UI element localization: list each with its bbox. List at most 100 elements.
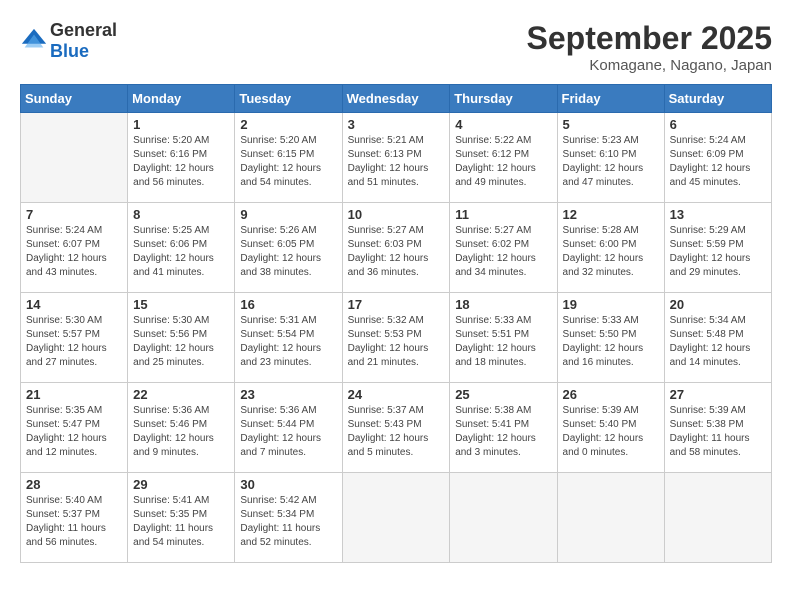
day-info: Sunrise: 5:34 AMSunset: 5:48 PMDaylight:… xyxy=(670,314,766,370)
day-number: 30 xyxy=(240,477,336,492)
calendar-cell: 13Sunrise: 5:29 AMSunset: 5:59 PMDayligh… xyxy=(664,203,771,293)
day-number: 9 xyxy=(240,207,336,222)
calendar-cell xyxy=(21,113,128,203)
calendar-cell: 12 Sunrise: 5:28 AMSunset: 6:00 PMDayligh… xyxy=(557,203,664,293)
location-subtitle: Komagane, Nagano, Japan xyxy=(527,57,772,74)
day-header-sunday: Sunday xyxy=(21,85,128,113)
calendar-cell: 4 Sunrise: 5:22 AMSunset: 6:12 PMDaylight… xyxy=(450,113,557,203)
day-info: Sunrise: 5:20 AMSunset: 6:16 PMDaylight:… xyxy=(133,134,229,190)
day-info: Sunrise: 5:36 AMSunset: 5:44 PMDaylight:… xyxy=(240,404,336,460)
day-number: 20 xyxy=(670,297,766,312)
day-header-wednesday: Wednesday xyxy=(342,85,450,113)
day-number: 11 xyxy=(455,207,551,222)
calendar-cell: 8Sunrise: 5:25 AMSunset: 6:06 PMDaylight… xyxy=(128,203,235,293)
calendar-cell: 17Sunrise: 5:32 AMSunset: 5:53 PMDayligh… xyxy=(342,293,450,383)
day-info: Sunrise: 5:40 AMSunset: 5:37 PMDaylight:… xyxy=(26,494,122,550)
day-number: 24 xyxy=(348,387,445,402)
day-number: 28 xyxy=(26,477,122,492)
page-header: General Blue September 2025 Komagane, Na… xyxy=(20,20,772,74)
calendar-cell: 20 Sunrise: 5:34 AMSunset: 5:48 PMDayligh… xyxy=(664,293,771,383)
day-info: Sunrise: 5:42 AMSunset: 5:34 PMDaylight:… xyxy=(240,494,336,550)
day-number: 12 xyxy=(563,207,659,222)
week-row-5: 28 Sunrise: 5:40 AMSunset: 5:37 PMDayligh… xyxy=(21,473,772,563)
calendar-cell: 23 Sunrise: 5:36 AMSunset: 5:44 PMDayligh… xyxy=(235,383,342,473)
calendar-cell: 14Sunrise: 5:30 AMSunset: 5:57 PMDayligh… xyxy=(21,293,128,383)
day-info: Sunrise: 5:39 AMSunset: 5:40 PMDaylight:… xyxy=(563,404,659,460)
day-number: 5 xyxy=(563,117,659,132)
week-row-2: 7 Sunrise: 5:24 AMSunset: 6:07 PMDaylight… xyxy=(21,203,772,293)
day-info: Sunrise: 5:31 AMSunset: 5:54 PMDaylight:… xyxy=(240,314,336,370)
day-number: 21 xyxy=(26,387,122,402)
day-info: Sunrise: 5:27 AMSunset: 6:03 PMDaylight:… xyxy=(348,224,445,280)
day-number: 7 xyxy=(26,207,122,222)
day-info: Sunrise: 5:35 AMSunset: 5:47 PMDaylight:… xyxy=(26,404,122,460)
calendar-table: SundayMondayTuesdayWednesdayThursdayFrid… xyxy=(20,84,772,563)
day-info: Sunrise: 5:21 AMSunset: 6:13 PMDaylight:… xyxy=(348,134,445,190)
day-info: Sunrise: 5:37 AMSunset: 5:43 PMDaylight:… xyxy=(348,404,445,460)
day-info: Sunrise: 5:33 AMSunset: 5:50 PMDaylight:… xyxy=(563,314,659,370)
day-info: Sunrise: 5:22 AMSunset: 6:12 PMDaylight:… xyxy=(455,134,551,190)
day-number: 8 xyxy=(133,207,229,222)
calendar-cell: 10 Sunrise: 5:27 AMSunset: 6:03 PMDayligh… xyxy=(342,203,450,293)
day-info: Sunrise: 5:30 AMSunset: 5:56 PMDaylight:… xyxy=(133,314,229,370)
day-number: 1 xyxy=(133,117,229,132)
week-row-4: 21 Sunrise: 5:35 AMSunset: 5:47 PMDayligh… xyxy=(21,383,772,473)
day-number: 18 xyxy=(455,297,551,312)
logo: General Blue xyxy=(20,20,117,62)
day-number: 29 xyxy=(133,477,229,492)
calendar-cell: 30 Sunrise: 5:42 AMSunset: 5:34 PMDayligh… xyxy=(235,473,342,563)
logo-text: General Blue xyxy=(50,20,117,62)
calendar-cell: 3 Sunrise: 5:21 AMSunset: 6:13 PMDaylight… xyxy=(342,113,450,203)
day-info: Sunrise: 5:41 AMSunset: 5:35 PMDaylight:… xyxy=(133,494,229,550)
calendar-cell: 5 Sunrise: 5:23 AMSunset: 6:10 PMDaylight… xyxy=(557,113,664,203)
day-number: 14 xyxy=(26,297,122,312)
calendar-cell xyxy=(664,473,771,563)
calendar-cell xyxy=(557,473,664,563)
logo-icon xyxy=(20,27,48,55)
day-number: 3 xyxy=(348,117,445,132)
day-info: Sunrise: 5:38 AMSunset: 5:41 PMDaylight:… xyxy=(455,404,551,460)
calendar-cell xyxy=(450,473,557,563)
day-number: 23 xyxy=(240,387,336,402)
calendar-cell: 11 Sunrise: 5:27 AMSunset: 6:02 PMDayligh… xyxy=(450,203,557,293)
day-number: 25 xyxy=(455,387,551,402)
day-info: Sunrise: 5:24 AMSunset: 6:07 PMDaylight:… xyxy=(26,224,122,280)
day-number: 2 xyxy=(240,117,336,132)
calendar-cell: 22Sunrise: 5:36 AMSunset: 5:46 PMDayligh… xyxy=(128,383,235,473)
day-info: Sunrise: 5:23 AMSunset: 6:10 PMDaylight:… xyxy=(563,134,659,190)
calendar-cell: 9Sunrise: 5:26 AMSunset: 6:05 PMDaylight… xyxy=(235,203,342,293)
calendar-cell: 29 Sunrise: 5:41 AMSunset: 5:35 PMDayligh… xyxy=(128,473,235,563)
calendar-cell: 18Sunrise: 5:33 AMSunset: 5:51 PMDayligh… xyxy=(450,293,557,383)
day-number: 27 xyxy=(670,387,766,402)
day-info: Sunrise: 5:27 AMSunset: 6:02 PMDaylight:… xyxy=(455,224,551,280)
day-info: Sunrise: 5:36 AMSunset: 5:46 PMDaylight:… xyxy=(133,404,229,460)
calendar-cell: 7 Sunrise: 5:24 AMSunset: 6:07 PMDaylight… xyxy=(21,203,128,293)
day-info: Sunrise: 5:28 AMSunset: 6:00 PMDaylight:… xyxy=(563,224,659,280)
calendar-cell: 26 Sunrise: 5:39 AMSunset: 5:40 PMDayligh… xyxy=(557,383,664,473)
day-info: Sunrise: 5:24 AMSunset: 6:09 PMDaylight:… xyxy=(670,134,766,190)
day-number: 26 xyxy=(563,387,659,402)
calendar-cell: 19Sunrise: 5:33 AMSunset: 5:50 PMDayligh… xyxy=(557,293,664,383)
day-header-friday: Friday xyxy=(557,85,664,113)
day-number: 10 xyxy=(348,207,445,222)
day-info: Sunrise: 5:29 AMSunset: 5:59 PMDaylight:… xyxy=(670,224,766,280)
calendar-cell: 6 Sunrise: 5:24 AMSunset: 6:09 PMDaylight… xyxy=(664,113,771,203)
day-info: Sunrise: 5:32 AMSunset: 5:53 PMDaylight:… xyxy=(348,314,445,370)
day-info: Sunrise: 5:20 AMSunset: 6:15 PMDaylight:… xyxy=(240,134,336,190)
week-row-1: 1 Sunrise: 5:20 AMSunset: 6:16 PMDaylight… xyxy=(21,113,772,203)
month-title: September 2025 xyxy=(527,20,772,57)
calendar-cell: 1 Sunrise: 5:20 AMSunset: 6:16 PMDaylight… xyxy=(128,113,235,203)
day-header-thursday: Thursday xyxy=(450,85,557,113)
day-number: 4 xyxy=(455,117,551,132)
calendar-cell: 2 Sunrise: 5:20 AMSunset: 6:15 PMDaylight… xyxy=(235,113,342,203)
calendar-cell: 25 Sunrise: 5:38 AMSunset: 5:41 PMDayligh… xyxy=(450,383,557,473)
day-number: 15 xyxy=(133,297,229,312)
days-header-row: SundayMondayTuesdayWednesdayThursdayFrid… xyxy=(21,85,772,113)
day-number: 6 xyxy=(670,117,766,132)
day-info: Sunrise: 5:39 AMSunset: 5:38 PMDaylight:… xyxy=(670,404,766,460)
calendar-cell: 21 Sunrise: 5:35 AMSunset: 5:47 PMDayligh… xyxy=(21,383,128,473)
day-number: 16 xyxy=(240,297,336,312)
calendar-cell: 24 Sunrise: 5:37 AMSunset: 5:43 PMDayligh… xyxy=(342,383,450,473)
day-header-saturday: Saturday xyxy=(664,85,771,113)
calendar-cell xyxy=(342,473,450,563)
